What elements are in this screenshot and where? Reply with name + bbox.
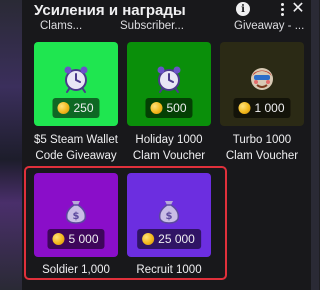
info-icon[interactable]: i — [236, 2, 250, 16]
previous-rewards-row: Clams... Subscriber... Giveaway - ... — [22, 20, 311, 34]
price-value: 250 — [73, 101, 94, 115]
reward-title-line: Turbo 1000 — [232, 134, 292, 146]
reward-tile[interactable]: 500 — [127, 42, 211, 126]
popover-title: Усиления и награды — [34, 1, 186, 19]
custom-avatar-icon — [251, 68, 273, 90]
channel-points-coin-icon — [238, 102, 251, 114]
previous-reward-label[interactable]: Clams... — [40, 20, 82, 32]
alarm-clock-icon — [64, 66, 88, 93]
popover-header: Усиления и награды — [22, 0, 311, 20]
previous-reward-label[interactable]: Giveaway - ... — [234, 20, 304, 32]
reward-title-line: Clam Voucher — [132, 150, 206, 162]
reward-title: Holiday 1000 Clam Voucher — [121, 132, 217, 164]
reward-title: $5 Steam Wallet Code Giveaway — [28, 132, 124, 164]
background-stream-left — [0, 0, 22, 290]
reward-title-line: Holiday 1000 — [135, 134, 203, 146]
price-badge: 250 — [52, 98, 100, 118]
reward-tile[interactable]: 250 — [34, 42, 118, 126]
price-value: 500 — [166, 101, 187, 115]
alarm-clock-icon — [157, 66, 181, 93]
price-badge: 500 — [145, 98, 193, 118]
reward-tile[interactable]: 1 000 — [220, 42, 304, 126]
channel-points-coin-icon — [150, 102, 163, 114]
reward-title-line: Code Giveaway — [35, 150, 117, 162]
reward-title: Turbo 1000 Clam Voucher — [214, 132, 310, 164]
background-stream-right — [311, 0, 319, 290]
more-vertical-icon[interactable] — [277, 0, 287, 18]
reward-title-line: $5 Steam Wallet — [34, 134, 118, 146]
previous-reward-label[interactable]: Subscriber... — [120, 20, 184, 32]
rewards-popover: Усиления и награды i ✕ Clams... Subscrib… — [22, 0, 311, 290]
price-value: 1 000 — [254, 101, 285, 115]
channel-points-coin-icon — [57, 102, 70, 114]
close-icon[interactable]: ✕ — [290, 0, 306, 18]
reward-title-line: Clam Voucher — [225, 150, 299, 162]
price-badge: 1 000 — [233, 98, 291, 118]
selection-highlight — [24, 166, 227, 280]
